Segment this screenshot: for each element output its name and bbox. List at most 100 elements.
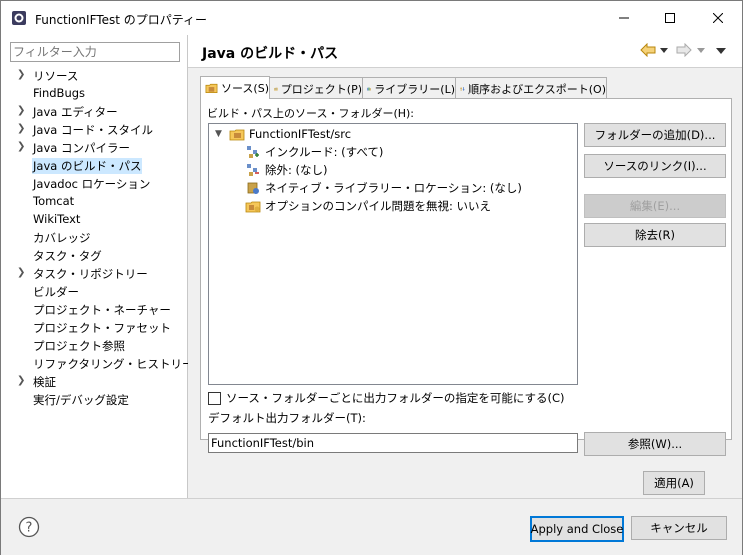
- eclipse-app-icon: [12, 11, 26, 25]
- sidebar-item-label: タスク・タグ: [33, 249, 102, 263]
- sidebar-item-label: Java コンパイラー: [33, 141, 130, 155]
- tab-projects[interactable]: プロジェクト(P): [269, 77, 363, 99]
- back-dropdown-icon[interactable]: [660, 48, 668, 53]
- sidebar-item[interactable]: ❯ 検証: [1, 373, 187, 390]
- minimize-button[interactable]: [601, 1, 647, 35]
- chevron-right-icon[interactable]: ❯: [17, 375, 25, 386]
- sidebar-item[interactable]: Tomcat: [1, 193, 187, 210]
- sidebar-item[interactable]: FindBugs: [1, 85, 187, 102]
- forward-arrow-icon[interactable]: [676, 43, 692, 57]
- sidebar-item[interactable]: Javadoc ロケーション: [1, 175, 187, 192]
- sidebar-item[interactable]: ❯ Java コンパイラー: [1, 139, 187, 156]
- tree-item-native-library-label: ネイティブ・ライブラリー・ロケーション: (なし): [265, 181, 522, 195]
- filter-input[interactable]: [10, 42, 180, 62]
- minimize-icon: [619, 17, 629, 19]
- tab-order-export-label: 順序およびエクスポート(O): [468, 82, 606, 96]
- back-arrow-icon[interactable]: [640, 43, 656, 57]
- sidebar-item-label: プロジェクト・ファセット: [33, 321, 171, 335]
- sidebar-item[interactable]: ❯ タスク・リポジトリー: [1, 265, 187, 282]
- page-header: Java のビルド・パス: [188, 35, 742, 68]
- edit-button[interactable]: 編集(E)...: [584, 194, 726, 218]
- project-folder-icon: [274, 87, 278, 90]
- tree-item-exclusion[interactable]: 除外: (なし): [245, 161, 328, 179]
- tree-item-native-library[interactable]: ネイティブ・ライブラリー・ロケーション: (なし): [245, 179, 522, 197]
- tree-item-compile-problems[interactable]: オプションのコンパイル問題を無視: いいえ: [245, 197, 491, 215]
- per-folder-output-label: ソース・フォルダーごとに出力フォルダーの指定を可能にする(C): [226, 391, 565, 405]
- sidebar-item[interactable]: カバレッジ: [1, 229, 187, 246]
- preference-sidebar: ❯ リソース FindBugs ❯ Java エディター ❯ Java コード・スタイル ❯ J…: [1, 35, 194, 498]
- sidebar-item-label: Javadoc ロケーション: [33, 177, 151, 191]
- link-source-button[interactable]: ソースのリンク(I)...: [584, 154, 726, 178]
- sidebar-item-label: Java のビルド・パス: [32, 158, 143, 174]
- sidebar-item-label: タスク・リポジトリー: [33, 267, 148, 281]
- sidebar-item[interactable]: プロジェクト・ファセット: [1, 319, 187, 336]
- sidebar-item[interactable]: ❯ Java コード・スタイル: [1, 121, 187, 138]
- chevron-right-icon[interactable]: ❯: [17, 267, 25, 278]
- maximize-icon: [665, 13, 675, 23]
- tab-order-export[interactable]: 順序およびエクスポート(O): [455, 77, 607, 99]
- sidebar-item[interactable]: ❯ Java エディター: [1, 103, 187, 120]
- close-icon: [713, 13, 723, 23]
- tree-item-compile-problems-label: オプションのコンパイル問題を無視: いいえ: [265, 199, 492, 213]
- default-output-folder-input[interactable]: [208, 433, 578, 453]
- sidebar-item-label: 検証: [33, 375, 56, 389]
- source-folders-label: ビルド・パス上のソース・フォルダー(H):: [207, 107, 415, 120]
- sidebar-item-label: カバレッジ: [33, 231, 91, 245]
- compile-problems-icon: [245, 201, 261, 213]
- tab-libraries[interactable]: ライブラリー(L): [362, 77, 456, 99]
- tab-source-label: ソース(S): [220, 82, 269, 95]
- tree-item-inclusion[interactable]: インクルード: (すべて): [245, 143, 383, 161]
- sidebar-item-label: ビルダー: [33, 285, 79, 299]
- cancel-button[interactable]: キャンセル: [631, 516, 727, 540]
- window-title: FunctionIFTest のプロパティー: [35, 13, 207, 27]
- chevron-right-icon[interactable]: ❯: [17, 69, 25, 80]
- per-folder-output-checkbox-row[interactable]: ソース・フォルダーごとに出力フォルダーの指定を可能にする(C): [208, 390, 565, 406]
- sidebar-item[interactable]: リファクタリング・ヒストリー: [1, 355, 194, 372]
- dialog-footer: ? Apply and Close キャンセル: [1, 498, 742, 555]
- main-panel: Java のビルド・パス ソース(S) プロジェクト(P) ライブラリー(L) …: [188, 35, 742, 498]
- add-folder-button[interactable]: フォルダーの追加(D)...: [584, 123, 726, 147]
- library-icon: [367, 86, 371, 91]
- chevron-right-icon[interactable]: ❯: [17, 123, 25, 134]
- default-output-folder-label: デフォルト出力フォルダー(T):: [208, 411, 366, 425]
- source-tab-panel: ビルド・パス上のソース・フォルダー(H): ▼ FunctionIFTest/s…: [200, 98, 732, 456]
- sidebar-item[interactable]: 実行/デバッグ設定: [1, 391, 187, 408]
- source-folder-tree[interactable]: ▼ FunctionIFTest/src インクルード: (すべて) 除外: (…: [208, 123, 578, 385]
- tab-libraries-label: ライブラリー(L): [374, 82, 455, 96]
- apply-button[interactable]: 適用(A): [643, 471, 705, 495]
- sidebar-item[interactable]: プロジェクト・ネーチャー: [1, 301, 187, 318]
- page-title: Java のビルド・パス: [202, 46, 339, 62]
- per-folder-output-checkbox[interactable]: [208, 391, 221, 405]
- tree-expand-caret-icon[interactable]: ▼: [215, 129, 222, 139]
- tree-root-source-folder[interactable]: FunctionIFTest/src: [229, 125, 351, 143]
- view-menu-icon[interactable]: [716, 48, 726, 54]
- source-folder-icon: [205, 83, 218, 94]
- title-bar[interactable]: FunctionIFTest のプロパティー: [1, 1, 742, 35]
- sidebar-item[interactable]: ❯ リソース: [1, 67, 187, 84]
- remove-button[interactable]: 除去(R): [584, 223, 726, 247]
- close-button[interactable]: [695, 1, 741, 35]
- sidebar-item-label: リファクタリング・ヒストリー: [33, 357, 194, 371]
- sidebar-item[interactable]: ビルダー: [1, 283, 187, 300]
- chevron-right-icon[interactable]: ❯: [17, 105, 25, 116]
- browse-button[interactable]: 参照(W)...: [584, 432, 726, 456]
- source-package-folder-icon: [229, 129, 245, 141]
- help-icon[interactable]: ?: [18, 516, 40, 538]
- sidebar-item[interactable]: プロジェクト参照: [1, 337, 187, 354]
- sidebar-item-label: Tomcat: [33, 194, 75, 208]
- sidebar-item-label: Java コード・スタイル: [33, 123, 153, 137]
- chevron-right-icon[interactable]: ❯: [17, 141, 25, 152]
- sidebar-item[interactable]: Java のビルド・パス: [1, 157, 187, 174]
- sidebar-item[interactable]: タスク・タグ: [1, 247, 187, 264]
- apply-and-close-button[interactable]: Apply and Close: [530, 516, 624, 542]
- maximize-button[interactable]: [647, 1, 693, 35]
- tab-projects-label: プロジェクト(P): [280, 82, 362, 96]
- sidebar-item-label: リソース: [33, 69, 79, 83]
- tab-source[interactable]: ソース(S): [200, 76, 270, 99]
- sidebar-item[interactable]: WikiText: [1, 211, 187, 228]
- sidebar-item-label: 実行/デバッグ設定: [33, 393, 129, 407]
- forward-dropdown-icon[interactable]: [697, 48, 705, 53]
- sidebar-item-label: FindBugs: [33, 86, 86, 100]
- sidebar-item-label: WikiText: [33, 212, 81, 226]
- sidebar-item-label: Java エディター: [33, 105, 118, 119]
